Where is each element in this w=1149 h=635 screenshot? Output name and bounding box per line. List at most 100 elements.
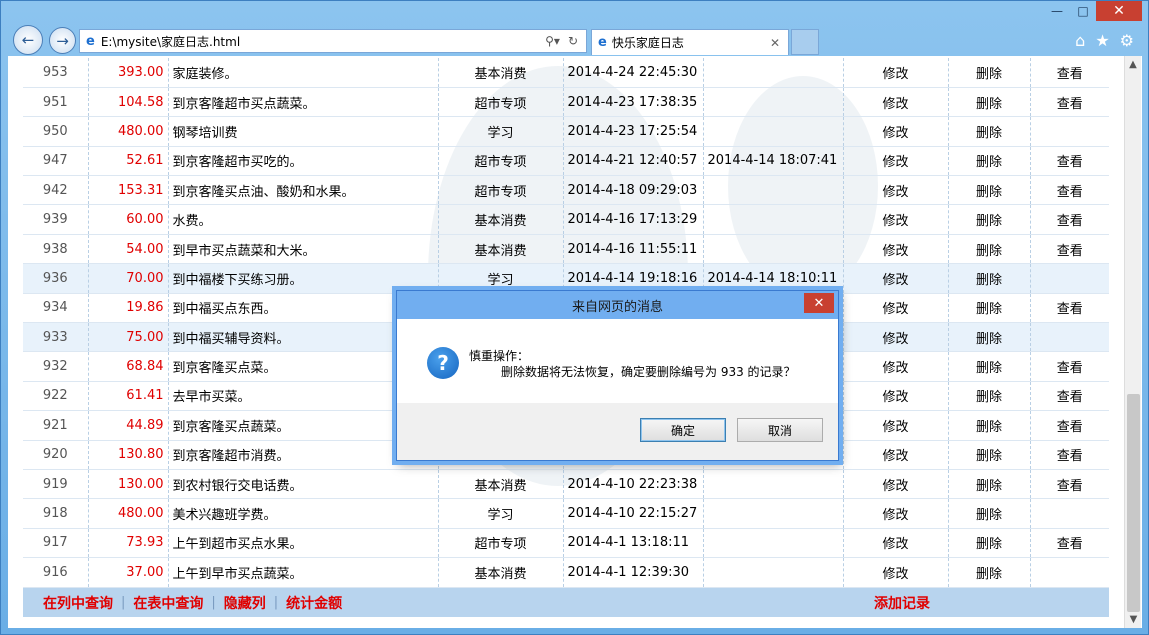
record-created-time: 2014-4-14 19:18:16: [563, 263, 704, 294]
record-category: 学习: [438, 498, 564, 529]
table-row: 919 130.00 到农村银行交电话费。 基本消费 2014-4-10 22:23:3…: [23, 469, 1109, 500]
record-modified-time: [703, 528, 844, 559]
record-modified-time: [703, 498, 844, 529]
delete-link[interactable]: 删除: [948, 234, 1031, 265]
refresh-icon[interactable]: ↻: [568, 34, 578, 48]
view-link[interactable]: 查看: [1030, 293, 1109, 324]
add-record-link[interactable]: 添加记录: [866, 593, 938, 613]
view-link[interactable]: [1030, 498, 1109, 529]
edit-link[interactable]: 修改: [843, 322, 949, 353]
delete-link[interactable]: 删除: [948, 440, 1031, 470]
record-modified-time: [703, 58, 844, 88]
maximize-icon[interactable]: □: [1070, 1, 1096, 21]
search-table-link[interactable]: 在表中查询: [125, 593, 211, 613]
record-id: 939: [23, 204, 89, 235]
delete-link[interactable]: 删除: [948, 204, 1031, 235]
delete-link[interactable]: 删除: [948, 351, 1031, 382]
edit-link[interactable]: 修改: [843, 175, 949, 206]
back-button[interactable]: ←: [13, 25, 43, 55]
edit-link[interactable]: 修改: [843, 469, 949, 500]
delete-link[interactable]: 删除: [948, 322, 1031, 353]
record-amount: 130.00: [88, 469, 169, 500]
home-icon[interactable]: ⌂: [1075, 31, 1085, 50]
edit-link[interactable]: 修改: [843, 58, 949, 88]
view-link[interactable]: 查看: [1030, 58, 1109, 88]
sum-amount-link[interactable]: 统计金额: [278, 593, 350, 613]
window-close-icon[interactable]: ✕: [1096, 1, 1142, 21]
edit-link[interactable]: 修改: [843, 87, 949, 118]
delete-link[interactable]: 删除: [948, 381, 1031, 412]
address-bar[interactable]: e E:\mysite\家庭日志.html ⚲▾ ↻: [79, 29, 587, 53]
delete-link[interactable]: 删除: [948, 146, 1031, 177]
tab-close-icon[interactable]: ✕: [770, 36, 780, 50]
edit-link[interactable]: 修改: [843, 410, 949, 441]
edit-link[interactable]: 修改: [843, 116, 949, 147]
ok-button[interactable]: 确定: [640, 418, 726, 442]
edit-link[interactable]: 修改: [843, 263, 949, 294]
search-column-link[interactable]: 在列中查询: [35, 593, 121, 613]
edit-link[interactable]: 修改: [843, 557, 949, 588]
record-amount: 70.00: [88, 263, 169, 294]
table-row: 939 60.00 水费。 基本消费 2014-4-16 17:13:29 修改 删除 查看: [23, 204, 1109, 235]
record-created-time: 2014-4-1 12:39:30: [563, 557, 704, 588]
view-link[interactable]: 查看: [1030, 469, 1109, 500]
scroll-down-icon[interactable]: ▼: [1125, 611, 1142, 628]
edit-link[interactable]: 修改: [843, 498, 949, 529]
delete-link[interactable]: 删除: [948, 528, 1031, 559]
delete-link[interactable]: 删除: [948, 557, 1031, 588]
record-created-time: 2014-4-24 22:45:30: [563, 58, 704, 88]
settings-gear-icon[interactable]: ⚙: [1120, 31, 1134, 50]
delete-link[interactable]: 删除: [948, 263, 1031, 294]
table-row: 936 70.00 到中福楼下买练习册。 学习 2014-4-14 19:18:16 20…: [23, 263, 1109, 294]
view-link[interactable]: [1030, 263, 1109, 294]
search-icon[interactable]: ⚲▾: [545, 34, 560, 48]
record-amount: 54.00: [88, 234, 169, 265]
record-category: 基本消费: [438, 204, 564, 235]
edit-link[interactable]: 修改: [843, 381, 949, 412]
delete-link[interactable]: 删除: [948, 116, 1031, 147]
view-link[interactable]: 查看: [1030, 528, 1109, 559]
view-link[interactable]: [1030, 116, 1109, 147]
view-link[interactable]: 查看: [1030, 175, 1109, 206]
edit-link[interactable]: 修改: [843, 234, 949, 265]
delete-link[interactable]: 删除: [948, 175, 1031, 206]
minimize-icon[interactable]: —: [1044, 1, 1070, 21]
view-link[interactable]: [1030, 322, 1109, 353]
edit-link[interactable]: 修改: [843, 146, 949, 177]
cancel-button[interactable]: 取消: [737, 418, 823, 442]
address-url[interactable]: E:\mysite\家庭日志.html: [101, 33, 545, 50]
view-link[interactable]: 查看: [1030, 381, 1109, 412]
record-amount: 130.80: [88, 440, 169, 470]
view-link[interactable]: 查看: [1030, 234, 1109, 265]
favorites-star-icon[interactable]: ★: [1095, 31, 1109, 50]
edit-link[interactable]: 修改: [843, 204, 949, 235]
dialog-close-icon[interactable]: ✕: [804, 293, 834, 313]
view-link[interactable]: 查看: [1030, 146, 1109, 177]
scroll-thumb[interactable]: [1127, 394, 1140, 612]
edit-link[interactable]: 修改: [843, 351, 949, 382]
tab-active[interactable]: e 快乐家庭日志 ✕: [591, 29, 789, 55]
forward-button[interactable]: →: [49, 27, 76, 54]
view-link[interactable]: 查看: [1030, 351, 1109, 382]
delete-link[interactable]: 删除: [948, 469, 1031, 500]
delete-link[interactable]: 删除: [948, 498, 1031, 529]
dialog-message-heading: 慎重操作：: [469, 349, 530, 363]
delete-link[interactable]: 删除: [948, 58, 1031, 88]
edit-link[interactable]: 修改: [843, 293, 949, 324]
record-modified-time: [703, 175, 844, 206]
view-link[interactable]: 查看: [1030, 410, 1109, 441]
view-link[interactable]: 查看: [1030, 204, 1109, 235]
delete-link[interactable]: 删除: [948, 293, 1031, 324]
edit-link[interactable]: 修改: [843, 528, 949, 559]
delete-link[interactable]: 删除: [948, 87, 1031, 118]
hide-column-link[interactable]: 隐藏列: [216, 593, 274, 613]
view-link[interactable]: 查看: [1030, 87, 1109, 118]
edit-link[interactable]: 修改: [843, 440, 949, 470]
scroll-up-icon[interactable]: ▲: [1125, 56, 1141, 73]
delete-link[interactable]: 删除: [948, 410, 1031, 441]
record-created-time: 2014-4-23 17:38:35: [563, 87, 704, 118]
new-tab-button[interactable]: [791, 29, 819, 55]
view-link[interactable]: [1030, 557, 1109, 588]
vertical-scrollbar[interactable]: ▲ ▼: [1124, 56, 1141, 628]
view-link[interactable]: 查看: [1030, 440, 1109, 470]
